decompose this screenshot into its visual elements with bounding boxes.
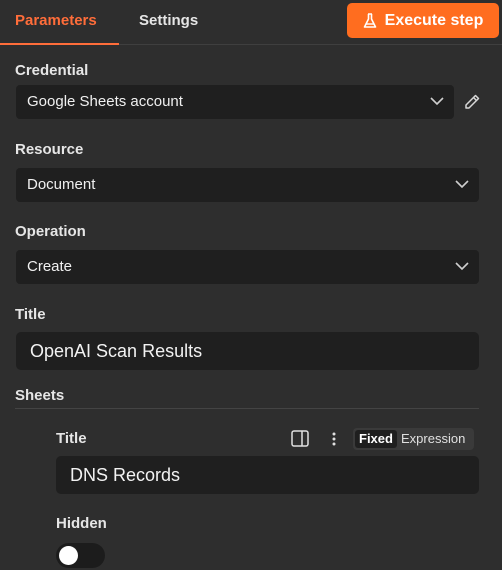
credential-label: Credential <box>15 62 89 79</box>
mode-fixed-button[interactable]: Fixed <box>355 430 397 448</box>
toggle-knob <box>59 546 78 565</box>
fixed-expression-toggle: Fixed Expression <box>353 428 474 450</box>
chevron-down-icon <box>455 262 469 271</box>
more-options-icon[interactable] <box>331 431 337 447</box>
hidden-label: Hidden <box>56 515 107 532</box>
execute-step-label: Execute step <box>384 11 484 29</box>
pencil-icon[interactable] <box>463 93 481 111</box>
tab-settings[interactable]: Settings <box>139 0 198 45</box>
chevron-down-icon <box>455 180 469 189</box>
operation-select[interactable]: Create <box>16 250 479 284</box>
sheet-title-label: Title <box>56 430 87 447</box>
execute-step-button[interactable]: Execute step <box>347 3 499 38</box>
panel-icon[interactable] <box>291 430 309 447</box>
mode-expression-button[interactable]: Expression <box>401 430 465 448</box>
tab-bar: Parameters Settings Execute step <box>0 0 502 45</box>
credential-select[interactable]: Google Sheets account <box>16 85 454 119</box>
chevron-down-icon <box>430 97 444 106</box>
credential-value: Google Sheets account <box>27 93 183 110</box>
resource-select[interactable]: Document <box>16 168 479 202</box>
resource-label: Resource <box>15 141 84 158</box>
operation-label: Operation <box>15 223 86 240</box>
hidden-toggle[interactable] <box>56 543 105 568</box>
operation-value: Create <box>27 258 73 275</box>
title-input[interactable]: OpenAI Scan Results <box>16 332 479 370</box>
sheets-label: Sheets <box>15 387 65 404</box>
sheet-title-input[interactable]: DNS Records <box>56 456 479 494</box>
flask-icon <box>363 12 376 28</box>
sheets-divider <box>15 408 479 409</box>
title-label: Title <box>15 306 46 323</box>
resource-value: Document <box>27 176 96 193</box>
tab-parameters[interactable]: Parameters <box>0 0 119 45</box>
